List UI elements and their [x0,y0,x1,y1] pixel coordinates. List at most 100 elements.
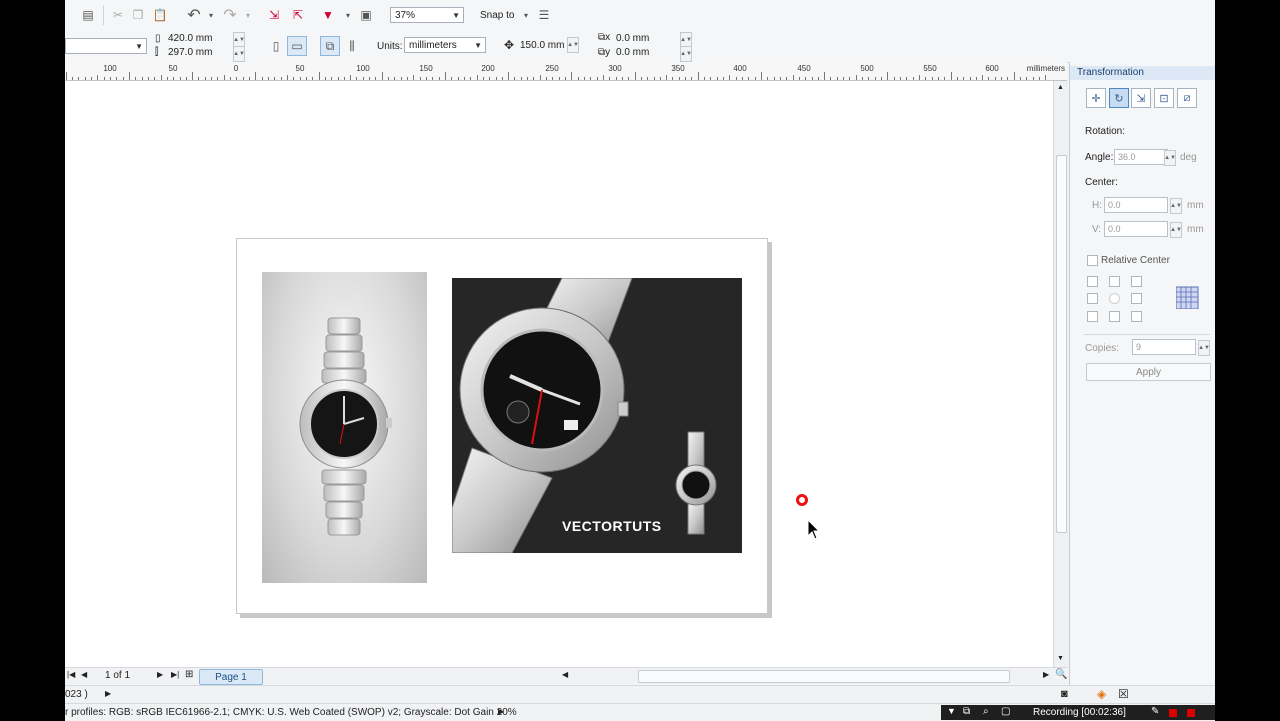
ruler-tick [520,77,522,80]
anchor-point-checkbox[interactable] [1109,311,1120,322]
ruler-tick [78,77,80,80]
copies-field[interactable]: 9 [1132,339,1196,355]
height-spinner[interactable]: ▲▼ [233,46,245,62]
page-height-value[interactable]: 297.0 mm [168,47,212,58]
portrait-icon[interactable]: ▯ [267,37,285,55]
redo-dropdown-icon[interactable]: ▾ [239,6,257,24]
all-pages-icon[interactable]: ⧉ [320,36,340,56]
copies-spinner[interactable]: ▲▼ [1198,340,1210,356]
snap-to-button[interactable]: Snap to [480,10,514,21]
ruler-label: 100 [103,64,117,73]
duplicate-y-spinner[interactable]: ▲▼ [680,46,692,62]
stop-icon[interactable] [1187,709,1195,717]
anchor-point-checkbox[interactable] [1087,276,1098,287]
publish-dropdown-icon[interactable]: ▾ [339,6,357,24]
anchor-point-checkbox[interactable] [1087,311,1098,322]
anchor-point-checkbox[interactable] [1131,276,1142,287]
expand-icon[interactable]: ▶ [498,707,504,716]
scroll-left-icon[interactable]: ◀ [562,670,568,679]
cut-icon[interactable]: ✂ [109,6,127,24]
redo-icon[interactable]: ↷ [221,6,239,24]
pause-icon[interactable] [1169,709,1177,717]
anchor-point-checkbox[interactable] [1131,293,1142,304]
scroll-up-icon[interactable]: ▲ [1057,84,1064,91]
undo-dropdown-icon[interactable]: ▾ [202,6,220,24]
color-profiles-text: r profiles: RGB: sRGB IEC61966-2.1; CMYK… [65,707,517,718]
anchor-point-checkbox[interactable] [1109,276,1120,287]
center-h-field[interactable]: 0.0 [1104,197,1168,213]
next-page-icon[interactable]: ▶ [157,670,163,679]
outline-none-icon[interactable]: ☒ [1118,687,1129,701]
v-label: V: [1092,224,1102,235]
scroll-down-icon[interactable]: ▼ [1057,655,1064,662]
center-h-spinner[interactable]: ▲▼ [1170,198,1182,214]
import-icon[interactable]: ⇲ [265,6,283,24]
first-page-icon[interactable]: |◀ [67,670,75,679]
previous-page-icon[interactable]: ◀ [81,670,87,679]
ruler-tick [862,77,864,80]
scale-mirror-icon[interactable]: ⇲ [1131,88,1151,108]
angle-field[interactable]: 36.0 [1114,149,1168,165]
add-page-icon[interactable]: ⊞ [185,669,193,680]
horizontal-ruler[interactable]: 100 50 0 50 100 150 200 250 300 350 400 … [65,62,1067,81]
zoom-level-combo[interactable]: 37% ▼ [390,7,464,23]
print-icon[interactable]: ▤ [79,6,97,24]
relative-center-checkbox[interactable] [1087,255,1098,266]
position-icon[interactable]: ✛ [1086,88,1106,108]
center-v-spinner[interactable]: ▲▼ [1170,222,1182,238]
skew-icon[interactable]: ⧄ [1177,88,1197,108]
anchor-point-checkbox[interactable] [1131,311,1142,322]
apply-button[interactable]: Apply [1086,363,1211,381]
size-icon[interactable]: ⊡ [1154,88,1174,108]
ruler-tick [91,77,93,80]
page-width-value[interactable]: 420.0 mm [168,33,212,44]
watch-artwork-grey[interactable] [262,272,427,583]
vectortuts-brand-text: VECTORTUTS [562,518,662,534]
zoom-navigator-icon[interactable]: 🔍 [1055,669,1067,680]
export-icon[interactable]: ⇱ [289,6,307,24]
ruler-tick [508,72,510,80]
scroll-right-icon[interactable]: ▶ [1043,670,1049,679]
anchor-point-checkbox[interactable] [1087,293,1098,304]
vertical-scroll-thumb[interactable] [1056,155,1067,533]
watch-artwork-dark[interactable]: VECTORTUTS [452,278,742,553]
watch-strap-top [321,317,367,384]
zoom-icon[interactable]: ⌕ [983,706,989,717]
ruler-tick [337,77,339,80]
color-proof-icon[interactable]: ◙ [1061,688,1068,700]
fill-icon[interactable]: ◈ [1097,687,1106,701]
horizontal-scroll-thumb[interactable] [638,670,1010,683]
play-icon[interactable]: ▶ [105,689,111,698]
landscape-icon[interactable]: ▭ [287,36,307,56]
copy-icon[interactable]: ❐ [129,6,147,24]
angle-spinner[interactable]: ▲▼ [1164,150,1176,166]
options-icon[interactable]: ☰ [535,6,553,24]
nudge-distance-field[interactable]: 150.0 mm [516,37,566,53]
ruler-tick [779,77,781,80]
duplicate-y-value[interactable]: 0.0 mm [616,47,649,58]
ruler-tick [97,75,99,80]
rotate-icon[interactable]: ↻ [1109,88,1129,108]
units-combo[interactable]: millimeters ▼ [404,37,486,53]
vertical-scrollbar[interactable]: ▲ ▼ [1053,81,1068,667]
paste-icon[interactable]: 📋 [151,6,169,24]
window-icon[interactable]: ⧉ [963,706,970,717]
region-icon[interactable]: ▢ [1001,706,1010,717]
ruler-tick [128,72,130,80]
current-page-icon[interactable]: ⫼ [343,37,361,55]
page-size-combo[interactable]: ▼ [65,38,147,54]
full-screen-preview-icon[interactable]: ▣ [357,6,375,24]
duplicate-x-value[interactable]: 0.0 mm [616,33,649,44]
chevron-down-icon[interactable]: ▼ [947,706,956,716]
ruler-tick [906,77,908,80]
pen-icon[interactable]: ✎ [1151,706,1159,717]
snap-to-dropdown-icon[interactable]: ▾ [517,6,535,24]
nudge-spinner[interactable]: ▲▼ [567,37,579,53]
publish-pdf-icon[interactable]: ▼ [319,6,337,24]
undo-icon[interactable]: ↶ [185,6,203,24]
anchor-point-checkbox[interactable] [1109,293,1120,304]
center-v-field[interactable]: 0.0 [1104,221,1168,237]
page-tab[interactable]: Page 1 [199,669,263,685]
last-page-icon[interactable]: ▶| [171,670,179,679]
ruler-tick [293,77,295,80]
